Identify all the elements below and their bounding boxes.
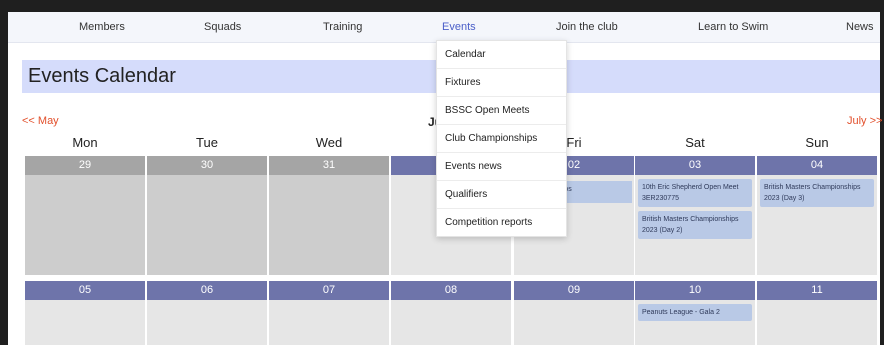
day-number: 10 [635,281,755,300]
menu-item-club-championships[interactable]: Club Championships [437,125,566,153]
nav-item-training[interactable]: Training [323,12,362,42]
calendar-day-cell[interactable]: 30 [147,156,267,275]
event-chip[interactable]: British Masters Championships 2023 (Day … [760,179,874,207]
menu-item-bssc-open-meets[interactable]: BSSC Open Meets [437,97,566,125]
menu-item-fixtures[interactable]: Fixtures [437,69,566,97]
main-nav: Members Squads Training Events Join the … [8,12,880,43]
day-number: 08 [391,281,511,300]
calendar-day-cell[interactable]: 11 [757,281,877,345]
calendar-day-cell[interactable]: 10 Peanuts League - Gala 2 [635,281,755,345]
window-frame-right [880,0,884,345]
day-number: 04 [757,156,877,175]
calendar-day-cell[interactable]: 29 [25,156,145,275]
calendar-day-cell[interactable]: 06 [147,281,267,345]
calendar-day-cell[interactable]: 09 [514,281,634,345]
day-number: 30 [147,156,267,175]
menu-item-calendar[interactable]: Calendar [437,41,566,69]
day-number: 06 [147,281,267,300]
day-number: 29 [25,156,145,175]
weekday-header-mon: Mon [72,135,98,150]
next-month-link[interactable]: July >> [847,115,882,127]
menu-item-qualifiers[interactable]: Qualifiers [437,181,566,209]
nav-item-events[interactable]: Events [442,12,476,42]
day-number: 05 [25,281,145,300]
prev-month-link[interactable]: << May [22,115,59,127]
menu-item-events-news[interactable]: Events news [437,153,566,181]
weekday-header-tue: Tue [196,135,218,150]
day-number: 07 [269,281,389,300]
calendar-day-cell[interactable]: 08 [391,281,511,345]
weekday-header-sat: Sat [685,135,705,150]
page-title: Events Calendar [28,65,176,87]
event-chip[interactable]: 10th Eric Shepherd Open Meet 3ER230775 [638,179,752,207]
event-chip[interactable]: British Masters Championships 2023 (Day … [638,211,752,239]
nav-item-members[interactable]: Members [79,12,125,42]
events-dropdown-menu: Calendar Fixtures BSSC Open Meets Club C… [436,40,567,237]
calendar-day-cell[interactable]: 03 10th Eric Shepherd Open Meet 3ER230775… [635,156,755,275]
calendar-day-cell[interactable]: 31 [269,156,389,275]
menu-item-competition-reports[interactable]: Competition reports [437,209,566,236]
day-number: 09 [514,281,634,300]
calendar-day-cell[interactable]: 04 British Masters Championships 2023 (Da… [757,156,877,275]
window-frame-top [0,0,884,12]
day-number: 11 [757,281,877,300]
event-chip[interactable]: Peanuts League - Gala 2 [638,304,752,321]
calendar-day-cell[interactable]: 07 [269,281,389,345]
nav-item-news[interactable]: News [846,12,874,42]
nav-item-squads[interactable]: Squads [204,12,241,42]
weekday-header-wed: Wed [315,135,343,150]
day-number: 31 [269,156,389,175]
nav-item-join-the-club[interactable]: Join the club [556,12,618,42]
window-frame-left [0,0,8,345]
nav-item-learn-to-swim[interactable]: Learn to Swim [698,12,768,42]
calendar-day-cell[interactable]: 05 [25,281,145,345]
day-number: 03 [635,156,755,175]
weekday-header-sun: Sun [805,135,829,150]
